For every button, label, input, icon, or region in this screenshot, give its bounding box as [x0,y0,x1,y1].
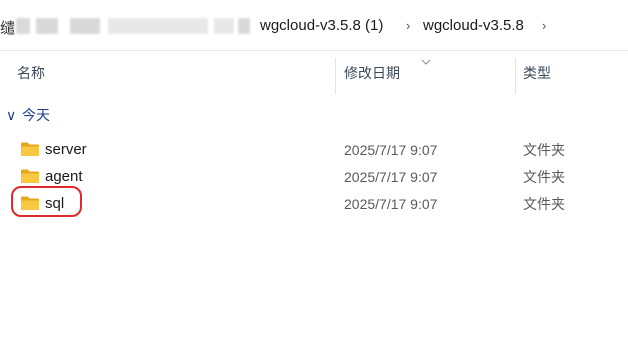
chevron-right-icon[interactable]: › [406,17,410,35]
redacted-path-segment [238,18,250,34]
address-bar[interactable]: 缱 wgcloud-v3.5.8 (1) › wgcloud-v3.5.8 › [0,0,628,51]
file-modified-date: 2025/7/17 9:07 [344,169,438,185]
file-modified-date: 2025/7/17 9:07 [344,196,438,212]
folder-icon [21,169,39,183]
file-type: 文件夹 [523,169,565,185]
column-divider[interactable] [515,58,516,94]
breadcrumb-item-parent[interactable]: wgcloud-v3.5.8 (1) [260,17,383,35]
file-row-server[interactable]: server 2025/7/17 9:07 文件夹 [0,137,628,164]
column-header-type[interactable]: 类型 [523,64,551,82]
redacted-path-segment [108,18,208,34]
sort-caret-icon [421,59,431,65]
column-header-modified[interactable]: 修改日期 [344,64,400,82]
redacted-path-segment [36,18,58,34]
file-modified-date: 2025/7/17 9:07 [344,142,438,158]
group-label: 今天 [22,107,50,123]
folder-icon [21,142,39,156]
file-type: 文件夹 [523,196,565,212]
breadcrumb-truncated-edge: 缱 [0,20,16,37]
file-explorer-window: 缱 wgcloud-v3.5.8 (1) › wgcloud-v3.5.8 › … [0,0,628,348]
redacted-path-segment [70,18,100,34]
chevron-down-icon[interactable]: ∨ [6,106,18,124]
file-row-agent[interactable]: agent 2025/7/17 9:07 文件夹 [0,164,628,191]
group-header-today[interactable]: ∨ 今天 [6,106,50,124]
folder-icon [21,196,39,210]
file-name: agent [45,168,83,185]
file-row-sql[interactable]: sql 2025/7/17 9:07 文件夹 [0,191,628,218]
file-type: 文件夹 [523,142,565,158]
column-header-name[interactable]: 名称 [17,64,45,82]
redacted-path-segment [214,18,234,34]
chevron-right-icon[interactable]: › [542,17,546,35]
file-name: sql [45,195,65,212]
breadcrumb-item-current[interactable]: wgcloud-v3.5.8 [423,17,524,35]
file-name: server [45,141,87,158]
column-divider[interactable] [335,58,336,94]
redacted-path-segment [16,18,30,34]
